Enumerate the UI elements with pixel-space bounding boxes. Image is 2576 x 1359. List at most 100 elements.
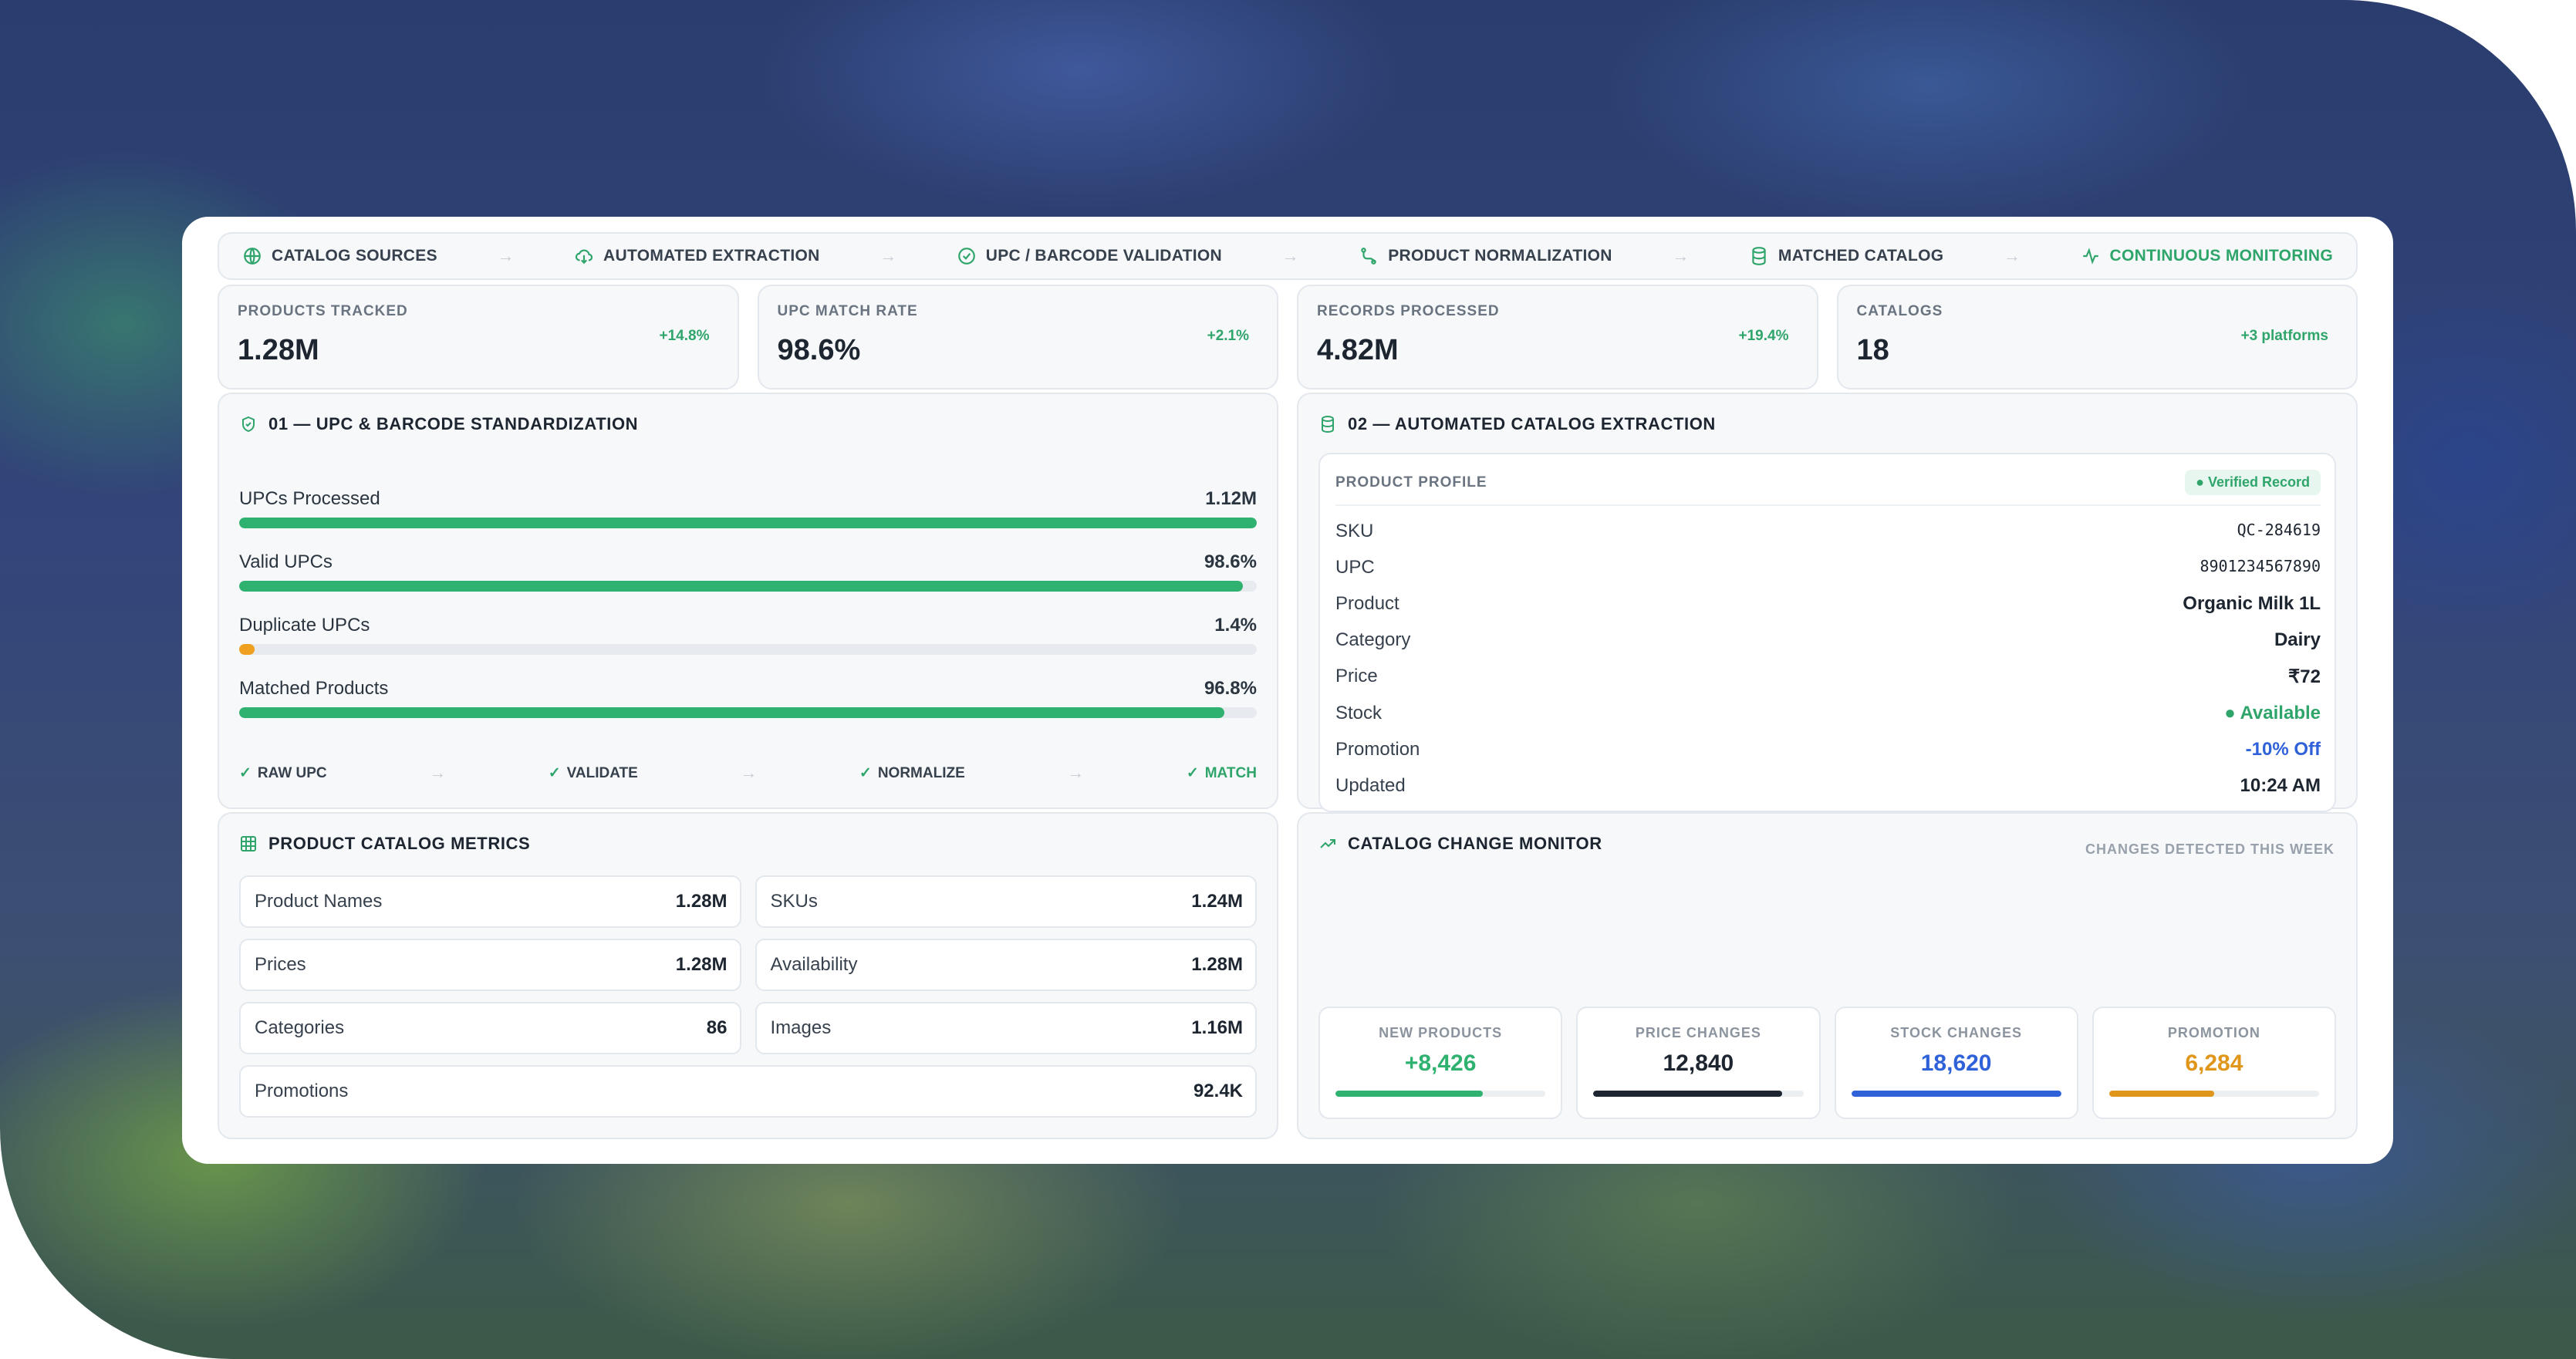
panel-title-text: PRODUCT CATALOG METRICS [268, 834, 531, 853]
arrow-icon: → [429, 763, 447, 782]
stat-value: 1.28M [238, 334, 319, 366]
field-key: Category [1335, 629, 1411, 650]
monitor-subtitle: CHANGES DETECTED THIS WEEK [2085, 841, 2335, 857]
field-category: Category Dairy [1335, 629, 2321, 651]
catalog-change-monitor-panel: CATALOG CHANGE MONITOR CHANGES DETECTED … [1297, 812, 2358, 1139]
monitor-card-label: PROMOTION [2167, 1025, 2260, 1040]
field-key: Stock [1335, 703, 1383, 723]
flow-step-raw-upc: ✓ RAW UPC [239, 764, 327, 782]
check-icon: ✓ [1186, 764, 1199, 781]
field-value: QC-284619 [2237, 521, 2321, 539]
flow-label: MATCH [1204, 764, 1257, 781]
progress-track [1335, 1091, 1546, 1097]
panel-title-text: 01 — UPC & BARCODE STANDARDIZATION [268, 414, 639, 433]
field-value: -10% Off [2245, 739, 2321, 760]
metric-availability: Availability 1.28M [755, 939, 1257, 991]
field-key: SKU [1335, 521, 1374, 541]
pipeline-step-matched-catalog[interactable]: MATCHED CATALOG [1749, 246, 1943, 266]
pipeline-step-continuous-monitoring[interactable]: CONTINUOUS MONITORING [2081, 246, 2333, 266]
metric-key: SKUs [770, 891, 818, 912]
progress-track [239, 518, 1257, 528]
metric-value: 86 [706, 1017, 728, 1038]
field-price: Price ₹72 [1335, 666, 2321, 688]
monitor-cards: NEW PRODUCTS +8,426 PRICE CHANGES 12,840… [1318, 1007, 2336, 1119]
metric-key: Availability [770, 954, 858, 975]
bar-value: 96.8% [1204, 678, 1257, 699]
route-icon [1361, 248, 1376, 265]
field-value: 8901234567890 [2200, 557, 2321, 575]
field-key: Price [1335, 666, 1378, 686]
arrow-icon: → [1067, 763, 1085, 782]
progress-track [1851, 1091, 2061, 1097]
globe-icon [244, 248, 261, 265]
metric-categories: Categories 86 [239, 1002, 741, 1054]
panel-title: 02 — AUTOMATED CATALOG EXTRACTION [1318, 414, 2336, 434]
progress-fill [239, 581, 1243, 592]
upc-bars: UPCs Processed 1.12M Valid UPCs 98.6% Dupl… [239, 488, 1257, 718]
upc-standardization-panel: 01 — UPC & BARCODE STANDARDIZATION UPCs … [218, 393, 1278, 809]
stat-value: 4.82M [1317, 334, 1399, 366]
shield-check-icon [242, 416, 255, 433]
pipeline-step-label: UPC / BARCODE VALIDATION [985, 247, 1223, 265]
metric-value: 1.28M [675, 954, 728, 975]
panel-title-text: CATALOG CHANGE MONITOR [1348, 834, 1602, 853]
catalog-metrics-panel: PRODUCT CATALOG METRICS Product Names 1.2… [218, 812, 1278, 1139]
monitor-card-price-changes: PRICE CHANGES 12,840 [1576, 1007, 1821, 1119]
progress-track [1593, 1091, 1804, 1097]
bar-value: 1.4% [1214, 615, 1257, 636]
pipeline-step-product-normalization[interactable]: PRODUCT NORMALIZATION [1359, 246, 1612, 266]
pipeline-step-catalog-sources[interactable]: CATALOG SOURCES [242, 246, 437, 266]
profile-title: PRODUCT PROFILE [1335, 474, 1487, 491]
catalog-extraction-panel: 02 — AUTOMATED CATALOG EXTRACTION PRODUC… [1297, 393, 2358, 812]
bar-label: UPCs Processed [239, 488, 380, 509]
field-value: Organic Milk 1L [2183, 593, 2321, 614]
progress-fill [239, 707, 1224, 718]
pipeline-step-upc-validation[interactable]: UPC / BARCODE VALIDATION [957, 246, 1222, 266]
monitor-card-label: PRICE CHANGES [1635, 1025, 1761, 1040]
progress-track [239, 707, 1257, 718]
pipeline-step-label: MATCHED CATALOG [1778, 247, 1944, 265]
metric-key: Product Names [255, 891, 383, 912]
database-icon [1752, 247, 1766, 265]
bar-value: 98.6% [1204, 551, 1257, 572]
metric-promotions: Promotions 92.4K [239, 1065, 1257, 1118]
panel-title: PRODUCT CATALOG METRICS [239, 834, 1257, 854]
flow-label: NORMALIZE [877, 764, 965, 781]
flow-step-normalize: ✓ NORMALIZE [859, 764, 965, 782]
progress-track [239, 581, 1257, 592]
monitor-card-stock-changes: STOCK CHANGES 18,620 [1834, 1007, 2078, 1119]
pipeline-step-automated-extraction[interactable]: AUTOMATED EXTRACTION [574, 246, 820, 266]
bar-row-matched-products: Matched Products 96.8% [239, 678, 1257, 718]
monitor-card-value: 18,620 [1920, 1050, 1992, 1076]
bar-label: Duplicate UPCs [239, 615, 370, 636]
metric-skus: SKUs 1.24M [755, 875, 1257, 928]
monitor-card-new-products: NEW PRODUCTS +8,426 [1318, 1007, 1563, 1119]
metrics-grid: Product Names 1.28M SKUs 1.24M Prices 1.28M… [239, 875, 1257, 1118]
monitor-card-label: STOCK CHANGES [1890, 1025, 2022, 1040]
progress-track [2108, 1091, 2319, 1097]
metric-key: Categories [255, 1017, 345, 1038]
check-circle-icon [957, 248, 975, 265]
bar-row-duplicate-upcs: Duplicate UPCs 1.4% [239, 615, 1257, 655]
stat-label: PRODUCTS TRACKED [238, 303, 408, 319]
field-key: Updated [1335, 775, 1406, 796]
flow-step-validate: ✓ VALIDATE [549, 764, 638, 782]
verified-badge: ● Verified Record [2185, 470, 2321, 495]
field-key: UPC [1335, 557, 1375, 578]
progress-fill [1851, 1091, 2061, 1097]
metric-product-names: Product Names 1.28M [239, 875, 741, 928]
arrow-icon: → [740, 763, 758, 782]
bar-row-upcs-processed: UPCs Processed 1.12M [239, 488, 1257, 528]
stat-card-catalogs: CATALOGS 18 +3 platforms [1836, 285, 2358, 389]
field-stock: Stock ● Available [1335, 703, 2321, 724]
upc-flow: ✓ RAW UPC → ✓ VALIDATE → ✓ NORMALIZE → ✓ MAT… [239, 763, 1257, 783]
field-upc: UPC 8901234567890 [1335, 557, 2321, 578]
flow-label: VALIDATE [566, 764, 638, 781]
pipeline-step-label: CONTINUOUS MONITORING [2109, 247, 2333, 265]
flow-step-match: ✓ MATCH [1187, 764, 1257, 782]
field-sku: SKU QC-284619 [1335, 521, 2321, 542]
field-key: Product [1335, 593, 1399, 614]
pipeline-bar: CATALOG SOURCES → AUTOMATED EXTRACTION →… [218, 232, 2358, 280]
progress-fill [239, 644, 255, 655]
check-icon: ✓ [859, 764, 872, 781]
